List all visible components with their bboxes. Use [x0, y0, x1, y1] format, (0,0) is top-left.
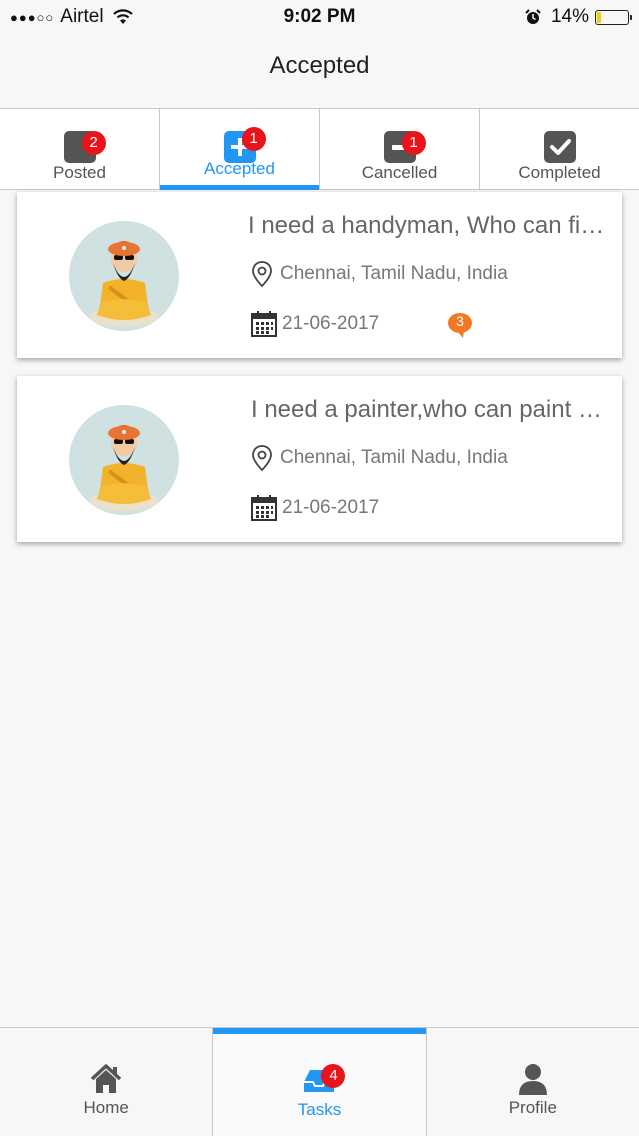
task-date: 21-06-2017	[250, 310, 379, 338]
tab-label: Home	[83, 1098, 129, 1117]
tab-cancelled[interactable]: 1 Cancelled	[320, 109, 480, 189]
date-text: 21-06-2017	[282, 497, 380, 518]
task-date: 21-06-2017	[250, 494, 379, 522]
check-icon	[543, 131, 576, 163]
calendar-icon	[251, 311, 277, 337]
battery-level-fill	[597, 11, 602, 23]
tab-label: Posted	[53, 163, 106, 182]
tab-tasks[interactable]: 4 Tasks	[213, 1028, 427, 1136]
posted-count-badge: 2	[81, 131, 106, 155]
carrier-name: Airtel	[60, 6, 104, 27]
tab-accepted[interactable]: 1 Accepted	[160, 109, 320, 190]
accepted-count-badge: 1	[241, 127, 266, 151]
task-title: I need a painter,who can paint my house	[251, 396, 606, 423]
location-pin-icon	[252, 261, 272, 288]
tasks-count-badge: 4	[321, 1064, 346, 1088]
location-text: Chennai, Tamil Nadu, India	[280, 263, 508, 284]
avatar	[69, 405, 179, 515]
task-card[interactable]: I need a handyman, Who can fix my doors …	[17, 192, 622, 358]
status-left: ●●●○○ Airtel	[10, 6, 134, 28]
signal-strength-icon: ●●●○○	[10, 9, 55, 25]
navigation-bar: Accepted	[0, 36, 639, 108]
tab-completed[interactable]: Completed	[480, 109, 639, 189]
profile-icon	[518, 1064, 547, 1095]
tab-posted[interactable]: 2 Posted	[0, 109, 160, 189]
status-right: 14%	[525, 6, 632, 28]
battery-percent: 14%	[550, 6, 589, 27]
date-text: 21-06-2017	[282, 313, 380, 334]
task-card[interactable]: I need a painter,who can paint my house …	[17, 376, 622, 542]
page-title: Accepted	[269, 52, 370, 79]
tab-home[interactable]: Home	[0, 1028, 214, 1136]
battery-icon	[595, 9, 632, 25]
bottom-tab-bar: Home 4 Tasks Profile	[0, 1027, 639, 1136]
location-pin-icon	[252, 445, 272, 472]
tab-label: Tasks	[297, 1100, 342, 1119]
alarm-icon	[525, 9, 541, 24]
cancelled-count-badge: 1	[401, 131, 426, 155]
wifi-icon	[112, 9, 133, 24]
avatar	[69, 221, 179, 331]
task-location: Chennai, Tamil Nadu, India	[250, 260, 508, 288]
location-text: Chennai, Tamil Nadu, India	[280, 447, 508, 468]
home-icon	[90, 1064, 122, 1093]
task-status-tabs: 2 Posted 1 Accepted 1 Cancelled Complete…	[0, 108, 639, 190]
status-bar: ●●●○○ Airtel 9:02 PM 14%	[0, 0, 639, 36]
comment-count: 3	[456, 313, 464, 329]
comment-count-badge[interactable]: 3	[447, 311, 475, 339]
sadhu-avatar-illustration	[90, 241, 158, 327]
tab-label: Accepted	[204, 159, 275, 178]
tab-profile[interactable]: Profile	[427, 1028, 639, 1136]
task-title: I need a handyman, Who can fix my doors	[248, 212, 606, 239]
task-location: Chennai, Tamil Nadu, India	[250, 444, 508, 472]
tab-label: Completed	[518, 163, 601, 182]
calendar-icon	[251, 495, 277, 521]
sadhu-avatar-illustration	[90, 425, 158, 511]
tab-label: Profile	[508, 1098, 557, 1117]
tab-label: Cancelled	[361, 163, 438, 182]
